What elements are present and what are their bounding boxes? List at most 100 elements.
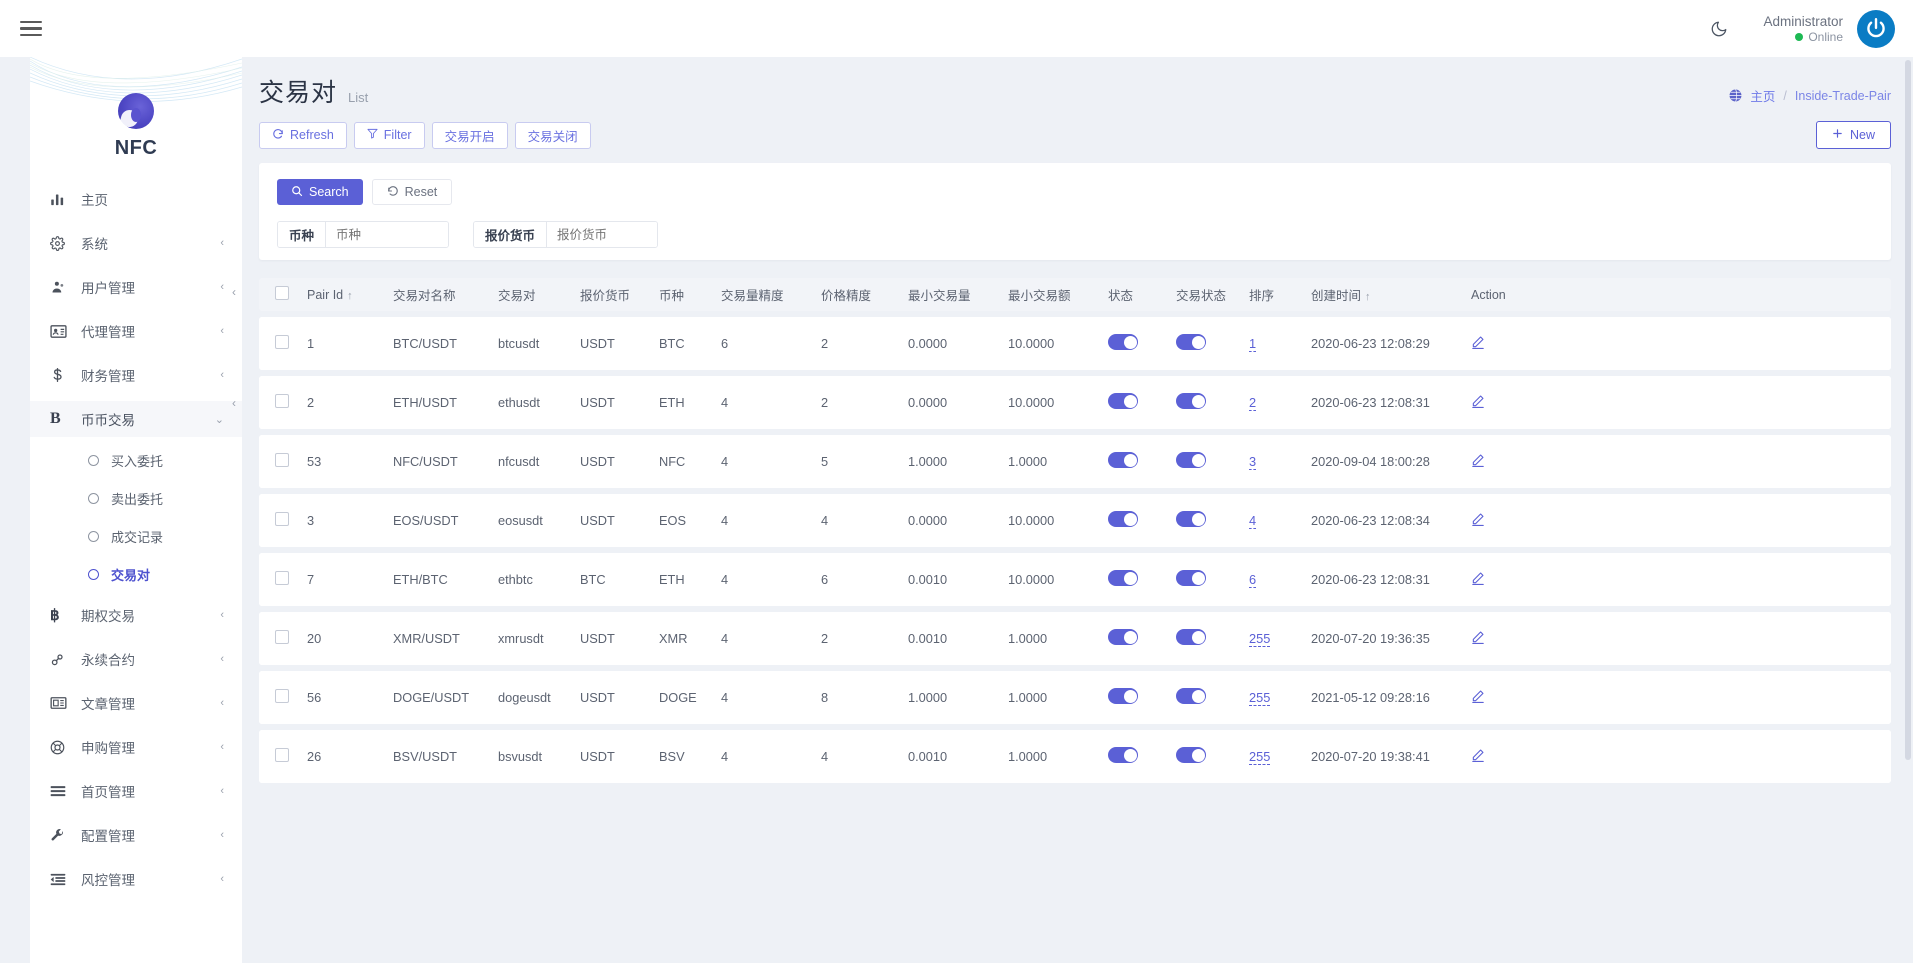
th-pair-id[interactable]: Pair Id ↑ bbox=[301, 278, 387, 311]
th-created-time[interactable]: 创建时间 ↑ bbox=[1305, 278, 1465, 311]
row-checkbox[interactable] bbox=[275, 335, 289, 349]
table-row[interactable]: 56 DOGE/USDT dogeusdt USDT DOGE 4 8 1.0000 1.000… bbox=[259, 671, 1891, 724]
order-value[interactable]: 4 bbox=[1249, 513, 1257, 529]
sidebar-item-user-management[interactable]: 用户管理 ‹ bbox=[30, 269, 242, 305]
sidebar-item-perpetual-contract[interactable]: 永续合约 ‹ bbox=[30, 641, 242, 677]
table-row[interactable]: 2 ETH/USDT ethusdt USDT ETH 4 2 0.0000 10.0000 2 2… bbox=[259, 376, 1891, 429]
cell-price-precision: 5 bbox=[815, 435, 902, 488]
trade-status-toggle[interactable] bbox=[1176, 629, 1206, 645]
cell-price-precision: 2 bbox=[815, 376, 902, 429]
table-row[interactable]: 1 BTC/USDT btcusdt USDT BTC 6 2 0.0000 10.0000 1 2… bbox=[259, 317, 1891, 370]
pencil-icon[interactable] bbox=[1471, 749, 1485, 765]
order-value[interactable]: 3 bbox=[1249, 454, 1257, 470]
order-value[interactable]: 255 bbox=[1249, 749, 1271, 765]
row-checkbox[interactable] bbox=[275, 630, 289, 644]
new-button[interactable]: New bbox=[1815, 121, 1891, 149]
breadcrumb-home[interactable]: 主页 bbox=[1750, 86, 1775, 105]
trade-status-toggle[interactable] bbox=[1176, 511, 1206, 527]
table-row[interactable]: 20 XMR/USDT xmrusdt USDT XMR 4 2 0.0010 1.0000 25… bbox=[259, 612, 1891, 665]
row-checkbox[interactable] bbox=[275, 453, 289, 467]
filter-button[interactable]: Filter bbox=[353, 121, 425, 149]
cell-select bbox=[259, 494, 301, 547]
pencil-icon[interactable] bbox=[1471, 513, 1485, 529]
refresh-button[interactable]: Refresh bbox=[259, 121, 347, 149]
cell-pair-symbol: dogeusdt bbox=[492, 671, 574, 724]
sidebar-subitem-buy-order[interactable]: 买入委托 bbox=[30, 445, 242, 476]
quote-currency-filter-input[interactable] bbox=[547, 222, 658, 247]
trade-status-toggle[interactable] bbox=[1176, 452, 1206, 468]
row-checkbox[interactable] bbox=[275, 571, 289, 585]
sidebar-item-option-trade[interactable]: ฿ 期权交易 ‹ bbox=[30, 597, 242, 633]
sidebar-item-config-management[interactable]: 配置管理 ‹ bbox=[30, 817, 242, 853]
order-value[interactable]: 255 bbox=[1249, 631, 1271, 647]
cell-volume-precision: 4 bbox=[715, 730, 815, 783]
status-toggle[interactable] bbox=[1108, 334, 1138, 350]
row-checkbox[interactable] bbox=[275, 748, 289, 762]
sidebar-item-risk-management[interactable]: 风控管理 ‹ bbox=[30, 861, 242, 897]
row-checkbox[interactable] bbox=[275, 689, 289, 703]
coin-filter-input[interactable] bbox=[326, 222, 449, 247]
select-all-checkbox[interactable] bbox=[275, 286, 289, 300]
status-toggle[interactable] bbox=[1108, 688, 1138, 704]
cell-price-precision: 2 bbox=[815, 612, 902, 665]
trade-status-toggle[interactable] bbox=[1176, 688, 1206, 704]
cell-price-precision: 2 bbox=[815, 317, 902, 370]
moon-icon[interactable] bbox=[1701, 11, 1737, 47]
sidebar-subitem-trade-pair[interactable]: 交易对 bbox=[30, 559, 242, 590]
order-value[interactable]: 255 bbox=[1249, 690, 1271, 706]
trade-close-button[interactable]: 交易关闭 bbox=[514, 121, 591, 149]
order-value[interactable]: 1 bbox=[1249, 336, 1257, 352]
sidebar-subitem-sell-order[interactable]: 卖出委托 bbox=[30, 483, 242, 514]
pencil-icon[interactable] bbox=[1471, 631, 1485, 647]
sidebar-item-finance-management[interactable]: 财务管理 ‹ bbox=[30, 357, 242, 393]
trade-status-toggle[interactable] bbox=[1176, 334, 1206, 350]
order-value[interactable]: 2 bbox=[1249, 395, 1257, 411]
user-group-icon bbox=[50, 280, 72, 295]
trade-status-toggle[interactable] bbox=[1176, 570, 1206, 586]
row-checkbox[interactable] bbox=[275, 512, 289, 526]
status-toggle[interactable] bbox=[1108, 570, 1138, 586]
pencil-icon[interactable] bbox=[1471, 454, 1485, 470]
sidebar-item-subscription-management[interactable]: 申购管理 ‹ bbox=[30, 729, 242, 765]
search-button[interactable]: Search bbox=[277, 179, 363, 205]
status-toggle[interactable] bbox=[1108, 393, 1138, 409]
sidebar-item-label: 文章管理 bbox=[81, 697, 135, 712]
order-value[interactable]: 6 bbox=[1249, 572, 1257, 588]
page-scrollbar[interactable] bbox=[1905, 60, 1911, 760]
pencil-icon[interactable] bbox=[1471, 690, 1485, 706]
sidebar-item-system[interactable]: 系统 ‹ bbox=[30, 225, 242, 261]
trade-open-button[interactable]: 交易开启 bbox=[431, 121, 508, 149]
pencil-icon[interactable] bbox=[1471, 395, 1485, 411]
status-toggle[interactable] bbox=[1108, 747, 1138, 763]
cell-price-precision: 8 bbox=[815, 671, 902, 724]
user-info[interactable]: Administrator Online bbox=[1763, 13, 1843, 45]
table-row[interactable]: 3 EOS/USDT eosusdt USDT EOS 4 4 0.0000 10.0000 4 2… bbox=[259, 494, 1891, 547]
reset-button[interactable]: Reset bbox=[371, 179, 453, 205]
sidebar-item-article-management[interactable]: 文章管理 ‹ bbox=[30, 685, 242, 721]
table-row[interactable]: 7 ETH/BTC ethbtc BTC ETH 4 6 0.0010 10.0000 6 2020… bbox=[259, 553, 1891, 606]
search-icon bbox=[291, 185, 303, 200]
sidebar-subitem-trade-record[interactable]: 成交记录 bbox=[30, 521, 242, 552]
new-label: New bbox=[1849, 128, 1875, 142]
cell-order: 255 bbox=[1243, 730, 1305, 783]
table-row[interactable]: 53 NFC/USDT nfcusdt USDT NFC 4 5 1.0000 1.0000 3 2… bbox=[259, 435, 1891, 488]
hamburger-icon[interactable] bbox=[14, 12, 48, 46]
pencil-icon[interactable] bbox=[1471, 572, 1485, 588]
sidebar-item-homepage-management[interactable]: 首页管理 ‹ bbox=[30, 773, 242, 809]
reset-label: Reset bbox=[404, 185, 438, 199]
status-toggle[interactable] bbox=[1108, 629, 1138, 645]
avatar[interactable] bbox=[1857, 9, 1895, 48]
cell-pair-id: 53 bbox=[301, 435, 387, 488]
pencil-icon[interactable] bbox=[1471, 336, 1485, 352]
cell-pair-symbol: ethbtc bbox=[492, 553, 574, 606]
status-toggle[interactable] bbox=[1108, 511, 1138, 527]
sidebar-item-coin-trade[interactable]: B 币币交易 ⌄ bbox=[30, 401, 242, 437]
status-toggle[interactable] bbox=[1108, 452, 1138, 468]
trade-status-toggle[interactable] bbox=[1176, 393, 1206, 409]
sidebar-item-home[interactable]: 主页 bbox=[30, 181, 242, 217]
row-checkbox[interactable] bbox=[275, 394, 289, 408]
filter-label: Filter bbox=[383, 128, 412, 142]
trade-status-toggle[interactable] bbox=[1176, 747, 1206, 763]
sidebar-item-agent-management[interactable]: 代理管理 ‹ bbox=[30, 313, 242, 349]
table-row[interactable]: 26 BSV/USDT bsvusdt USDT BSV 4 4 0.0010 1.0000 25… bbox=[259, 730, 1891, 783]
